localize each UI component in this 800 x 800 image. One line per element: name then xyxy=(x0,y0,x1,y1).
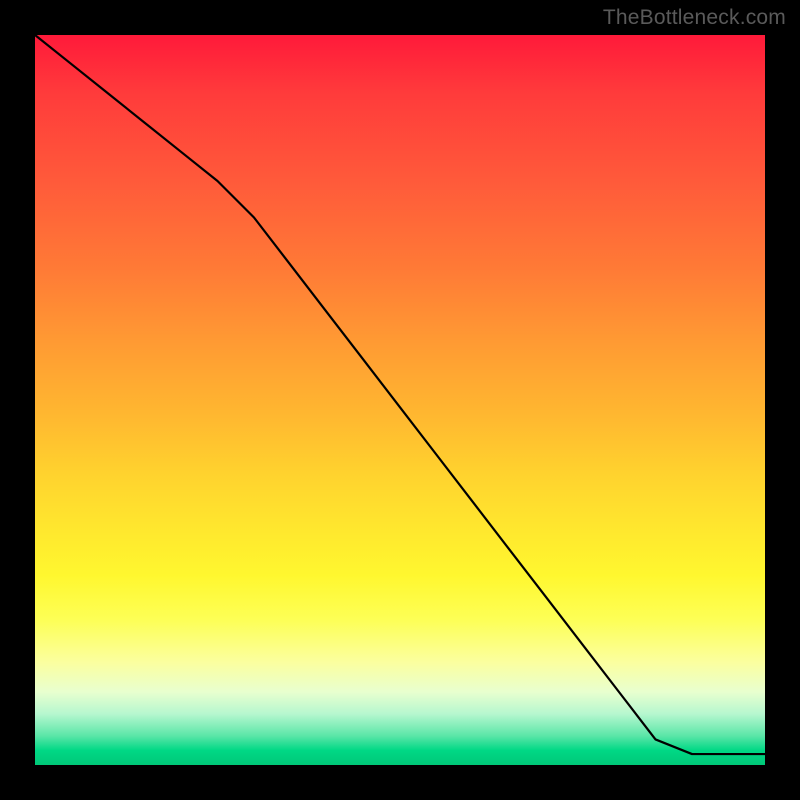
plot-area xyxy=(35,35,765,765)
chart-frame: TheBottleneck.com xyxy=(0,0,800,800)
chart-overlay xyxy=(35,35,765,765)
attribution-text: TheBottleneck.com xyxy=(603,6,786,30)
curve-line xyxy=(35,35,765,754)
